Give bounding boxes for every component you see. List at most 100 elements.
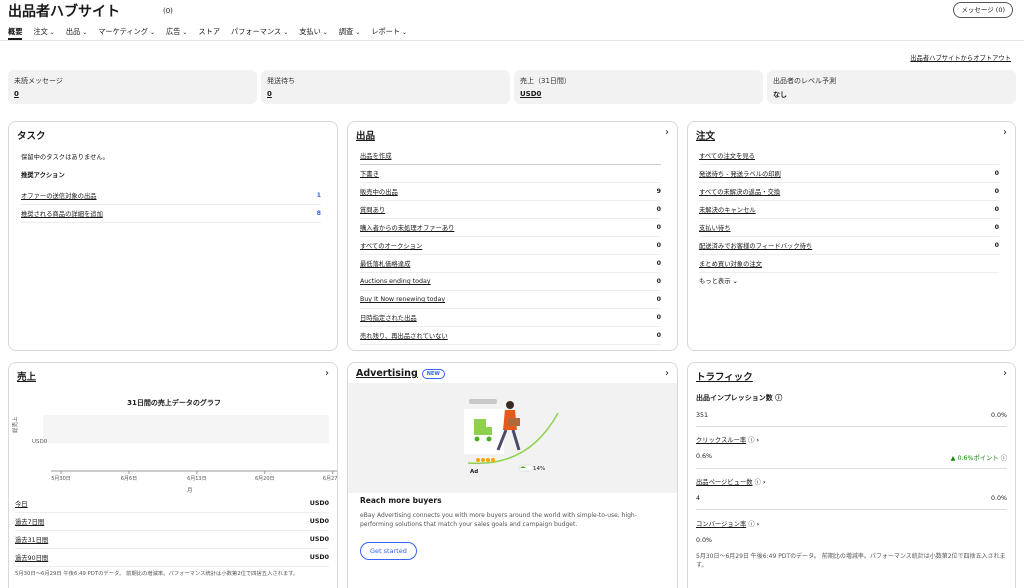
- stat-value[interactable]: USD0: [520, 90, 757, 98]
- info-icon[interactable]: ⓘ: [1001, 455, 1007, 462]
- list-row[interactable]: Auctions ending today 0: [360, 273, 661, 291]
- nav-tab-label: 広告: [166, 27, 181, 36]
- row-link[interactable]: Buy It Now renewing today: [360, 296, 445, 303]
- list-row[interactable]: すべての未解決の返品・交換 0: [699, 183, 999, 201]
- traffic-title[interactable]: トラフィック: [696, 369, 753, 383]
- list-row[interactable]: 購入者からの未処理オファーあり 0: [360, 219, 661, 237]
- list-row[interactable]: 発送待ち - 発送ラベルの印刷 0: [699, 165, 999, 183]
- row-link[interactable]: すべてのオークション: [360, 241, 422, 250]
- row-count: 8: [316, 210, 321, 217]
- list-row[interactable]: まとめ買い対象の注文: [699, 255, 999, 273]
- row-link[interactable]: Auctions ending today: [360, 278, 431, 285]
- conversion-label[interactable]: コンバージョン率: [696, 521, 746, 528]
- sales-title[interactable]: 売上: [17, 369, 36, 383]
- messages-button[interactable]: メッセージ (0): [953, 2, 1013, 18]
- list-row[interactable]: 過去7日間 USD0: [15, 513, 329, 531]
- row-link[interactable]: 購入者からの未処理オファーあり: [360, 223, 454, 232]
- ctr-label[interactable]: クリックスルー率: [696, 437, 746, 444]
- list-row[interactable]: 配送済みでお客様のフィードバック待ち 0: [699, 237, 999, 255]
- ad-label: Ad: [470, 469, 479, 475]
- info-icon[interactable]: ⓘ: [775, 394, 782, 402]
- nav-tab[interactable]: 出品 ⌄: [66, 26, 87, 40]
- advertising-card: Advertising NEW › Ad 14% Reach more buyer…: [347, 362, 678, 588]
- nav-tab[interactable]: 支払い ⌄: [299, 26, 328, 40]
- row-count: 0: [656, 224, 661, 231]
- info-icon[interactable]: ⓘ: [755, 479, 761, 486]
- row-link[interactable]: 売れ残り、再出品されていない: [360, 331, 448, 340]
- list-row[interactable]: 下書き: [360, 165, 661, 183]
- create-listing-link[interactable]: 出品を作成: [360, 151, 391, 160]
- list-row[interactable]: 過去90日間 USD0: [15, 549, 329, 567]
- row-link[interactable]: すべての注文を見る: [699, 151, 755, 160]
- list-row[interactable]: 質問あり 0: [360, 201, 661, 219]
- conversion-heading[interactable]: コンバージョン率 ⓘ ›: [696, 519, 759, 528]
- list-row[interactable]: 最低落札価格達成 0: [360, 255, 661, 273]
- info-icon[interactable]: ⓘ: [748, 521, 754, 528]
- orders-show-more[interactable]: もっと表示 ⌄: [699, 276, 738, 285]
- orders-arrow-icon[interactable]: ›: [1003, 127, 1007, 138]
- row-link[interactable]: 過去7日間: [15, 517, 44, 526]
- advertising-title[interactable]: Advertising NEW: [356, 368, 445, 379]
- list-row[interactable]: 日時指定された出品 0: [360, 309, 661, 327]
- list-row[interactable]: 支払い待ち 0: [699, 219, 999, 237]
- row-link[interactable]: 販売中の出品: [360, 187, 398, 196]
- orders-title[interactable]: 注文: [696, 128, 715, 142]
- list-row[interactable]: 推奨される商品の詳細を追加 8: [21, 205, 321, 223]
- ad-percent: 14%: [533, 466, 546, 472]
- nav-tab[interactable]: マーケティング ⌄: [98, 26, 155, 40]
- nav-tab[interactable]: 概要: [8, 26, 23, 40]
- list-row[interactable]: すべてのオークション 0: [360, 237, 661, 255]
- stat-value[interactable]: 0: [267, 90, 504, 98]
- nav-tab[interactable]: 調査 ⌄: [339, 26, 360, 40]
- sales-arrow-icon[interactable]: ›: [325, 368, 329, 379]
- ctr-change: ▲ 0.6%ポイント: [950, 455, 999, 462]
- x-tick-label: 6月27日: [323, 476, 338, 482]
- row-link[interactable]: 過去90日間: [15, 553, 48, 562]
- row-count: 0: [656, 278, 661, 285]
- nav-tab[interactable]: 広告 ⌄: [166, 26, 187, 40]
- list-row[interactable]: すべての注文を見る: [699, 147, 999, 165]
- get-started-button[interactable]: Get started: [360, 542, 417, 560]
- list-row[interactable]: 売れ残り、再出品されていない 0: [360, 327, 661, 345]
- traffic-divider-3: [696, 509, 1007, 510]
- row-link[interactable]: 最低落札価格達成: [360, 259, 410, 268]
- row-link[interactable]: 推奨される商品の詳細を追加: [21, 209, 103, 218]
- row-link[interactable]: 今日: [15, 499, 28, 508]
- impressions-heading: 出品インプレッション数 ⓘ: [696, 393, 782, 403]
- listings-arrow-icon[interactable]: ›: [665, 127, 669, 138]
- list-row[interactable]: 今日 USD0: [15, 495, 329, 513]
- row-link[interactable]: まとめ買い対象の注文: [699, 259, 762, 268]
- traffic-arrow-icon[interactable]: ›: [1003, 368, 1007, 379]
- nav-tab[interactable]: 注文 ⌄: [33, 26, 54, 40]
- nav-tab[interactable]: パフォーマンス ⌄: [231, 26, 288, 40]
- list-row[interactable]: 販売中の出品 9: [360, 183, 661, 201]
- views-heading[interactable]: 出品ページビュー数 ⓘ ›: [696, 477, 765, 486]
- list-row[interactable]: Buy It Now renewing today 0: [360, 291, 661, 309]
- stat-value[interactable]: 0: [14, 90, 251, 98]
- traffic-card: トラフィック › 出品インプレッション数 ⓘ 351 0.0% クリックスルー率…: [687, 362, 1016, 588]
- x-tick-label: 6月6日: [121, 476, 137, 482]
- optout-link[interactable]: 出品者ハブサイトからオプトアウト: [910, 53, 1011, 62]
- row-link[interactable]: 発送待ち - 発送ラベルの印刷: [699, 169, 781, 178]
- list-row[interactable]: オファーの送信対象の出品 1: [21, 187, 321, 205]
- row-link[interactable]: 日時指定された出品: [360, 313, 417, 322]
- views-label[interactable]: 出品ページビュー数: [696, 479, 753, 486]
- info-icon[interactable]: ⓘ: [748, 437, 754, 444]
- row-link[interactable]: 支払い待ち: [699, 223, 730, 232]
- row-link[interactable]: オファーの送信対象の出品: [21, 191, 97, 200]
- nav-divider: [0, 40, 1024, 41]
- nav-tab[interactable]: レポート ⌄: [371, 26, 407, 40]
- create-listing-row[interactable]: 出品を作成: [360, 147, 661, 165]
- row-link[interactable]: 過去31日間: [15, 535, 48, 544]
- list-row[interactable]: 未解決のキャンセル 0: [699, 201, 999, 219]
- row-link[interactable]: すべての未解決の返品・交換: [699, 187, 780, 196]
- row-link[interactable]: 下書き: [360, 169, 379, 178]
- ctr-heading[interactable]: クリックスルー率 ⓘ ›: [696, 435, 759, 444]
- advertising-arrow-icon[interactable]: ›: [665, 368, 669, 379]
- row-link[interactable]: 未解決のキャンセル: [699, 205, 756, 214]
- listings-title[interactable]: 出品: [356, 128, 375, 142]
- row-link[interactable]: 配送済みでお客様のフィードバック待ち: [699, 241, 812, 250]
- list-row[interactable]: 過去31日間 USD0: [15, 531, 329, 549]
- nav-tab[interactable]: ストア: [198, 26, 220, 40]
- row-link[interactable]: 質問あり: [360, 205, 385, 214]
